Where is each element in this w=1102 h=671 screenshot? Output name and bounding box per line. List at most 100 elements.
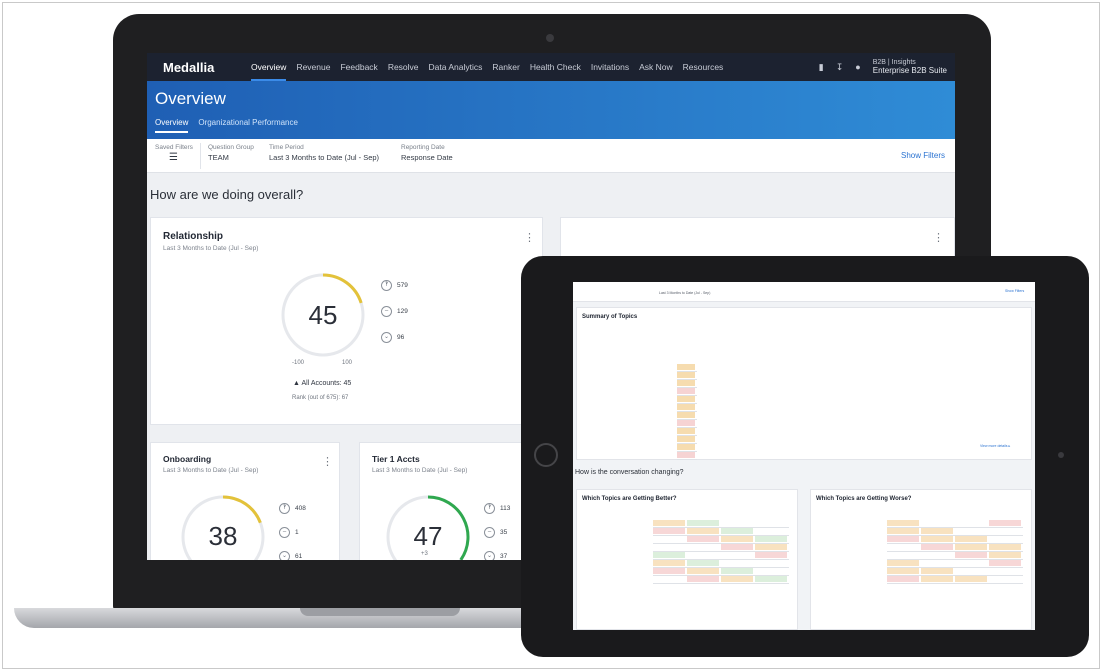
passives-count: 129	[397, 308, 408, 315]
saved-filters[interactable]: Saved Filters ☰	[155, 144, 193, 163]
reporting-date-filter[interactable]: Reporting Date Response Date	[401, 144, 453, 162]
promoters-count: 113	[500, 505, 511, 512]
table-cell	[955, 536, 987, 542]
table-cell	[721, 536, 753, 542]
tab-organizational-performance[interactable]: Organizational Performance	[198, 118, 298, 133]
passives-row: – 129	[381, 306, 408, 317]
table-cell	[887, 536, 919, 542]
tier1-subtitle: Last 3 Months to Date (Jul - Sep)	[372, 467, 468, 474]
table-cell	[653, 560, 685, 566]
rank-text: Rank (out of 675): 67	[292, 395, 349, 401]
better-topics-title: Which Topics are Getting Better?	[582, 496, 677, 502]
tier1-delta: +3	[421, 551, 428, 557]
table-cell	[921, 536, 953, 542]
frown-icon: ⌄	[381, 332, 392, 343]
nav-overview[interactable]: Overview	[251, 53, 287, 81]
table-cell	[677, 396, 695, 402]
frown-icon: ⌄	[279, 551, 290, 560]
filter-icon[interactable]: ☰	[169, 153, 193, 163]
download-icon[interactable]: ↧	[836, 62, 844, 73]
table-cell	[921, 576, 953, 582]
org-switcher[interactable]: B2B | Insights Enterprise B2B Suite	[873, 59, 947, 75]
table-cell	[755, 576, 787, 582]
reporting-date-label: Reporting Date	[401, 144, 445, 151]
passives-count: 1	[295, 529, 299, 536]
kebab-icon[interactable]: ⋮	[322, 455, 333, 468]
nav-health-check[interactable]: Health Check	[530, 53, 581, 81]
neutral-icon: –	[381, 306, 392, 317]
top-navigation: Medallia Overview Revenue Feedback Resol…	[147, 53, 955, 81]
kebab-icon[interactable]: ⋮	[524, 231, 535, 244]
detractors-row: ⌄ 37	[484, 551, 507, 560]
nav-ranker[interactable]: Ranker	[492, 53, 519, 81]
detractors-row: ⌄ 61	[279, 551, 302, 560]
table-cell	[677, 452, 695, 458]
table-cell	[653, 552, 685, 558]
relationship-score: 45	[308, 300, 338, 330]
page-header: Overview Overview Organizational Perform…	[147, 81, 955, 139]
view-more-link[interactable]: View more details ▸	[980, 444, 1010, 448]
nav-invitations[interactable]: Invitations	[591, 53, 629, 81]
tab-overview[interactable]: Overview	[155, 118, 189, 133]
table-cell	[921, 528, 953, 534]
show-filters-link[interactable]: Show Filters	[901, 151, 945, 160]
nav-ask-now[interactable]: Ask Now	[639, 53, 673, 81]
passives-row: – 35	[484, 527, 507, 538]
gauge-max-label: 100	[342, 360, 353, 366]
question-group-filter[interactable]: Question Group TEAM	[208, 144, 254, 162]
tablet-home-button[interactable]	[534, 443, 558, 467]
table-cell	[721, 528, 753, 534]
worse-topics-card: Which Topics are Getting Worse?	[810, 489, 1032, 630]
gauge-arc	[322, 273, 363, 304]
gauge-arc	[222, 495, 262, 524]
tablet-show-filters[interactable]: Show Filters	[1005, 289, 1024, 293]
table-cell	[955, 576, 987, 582]
filter-bar: Saved Filters ☰ Question Group TEAM Time…	[147, 139, 955, 173]
detractors-count: 61	[295, 553, 303, 560]
table-cell	[887, 520, 919, 526]
table-cell	[887, 560, 919, 566]
detractors-count: 96	[397, 334, 405, 341]
promoters-count: 579	[397, 282, 408, 289]
onboarding-card: Onboarding Last 3 Months to Date (Jul - …	[150, 442, 340, 560]
kebab-icon[interactable]: ⋮	[933, 231, 944, 244]
table-cell	[887, 576, 919, 582]
table-cell	[653, 568, 685, 574]
nav-resolve[interactable]: Resolve	[388, 53, 419, 81]
section-title: How are we doing overall?	[150, 187, 304, 202]
gauge-min-label: -100	[292, 360, 305, 366]
table-row-divider	[653, 583, 789, 584]
nav-revenue[interactable]: Revenue	[296, 53, 330, 81]
conversation-section-title: How is the conversation changing?	[575, 469, 684, 476]
table-cell	[989, 560, 1021, 566]
table-cell	[955, 552, 987, 558]
tablet-screen: Last 3 Months to Date (Jul - Sep) Show F…	[573, 282, 1035, 630]
smile-icon: ‽	[381, 280, 392, 291]
nav-resources[interactable]: Resources	[683, 53, 724, 81]
better-topics-card: Which Topics are Getting Better?	[576, 489, 798, 630]
laptop-notch	[300, 608, 460, 616]
brand-logo[interactable]: Medallia	[163, 60, 251, 75]
tier1-title: Tier 1 Accts	[372, 454, 420, 464]
table-cell	[887, 568, 919, 574]
tablet-camera	[1058, 452, 1064, 458]
detractors-count: 37	[500, 553, 508, 560]
time-period-filter[interactable]: Time Period Last 3 Months to Date (Jul -…	[269, 144, 379, 162]
frown-icon: ⌄	[484, 551, 495, 560]
laptop-camera	[546, 34, 554, 42]
summary-topics-card: Summary of Topics View more details ▸	[576, 307, 1032, 460]
nav-data-analytics[interactable]: Data Analytics	[429, 53, 483, 81]
table-cell	[653, 520, 685, 526]
table-cell	[721, 544, 753, 550]
passives-row: – 1	[279, 527, 299, 538]
table-cell	[677, 380, 695, 386]
table-cell	[921, 568, 953, 574]
promoters-row: ‽ 408	[279, 503, 306, 514]
bookmark-icon[interactable]: ▮	[819, 62, 824, 73]
nav-feedback[interactable]: Feedback	[340, 53, 377, 81]
table-cell	[687, 568, 719, 574]
tablet-filter-bar: Last 3 Months to Date (Jul - Sep) Show F…	[573, 282, 1035, 302]
user-icon[interactable]: ●	[855, 62, 860, 72]
table-row-divider	[677, 459, 697, 460]
onboarding-score: 38	[208, 521, 238, 551]
